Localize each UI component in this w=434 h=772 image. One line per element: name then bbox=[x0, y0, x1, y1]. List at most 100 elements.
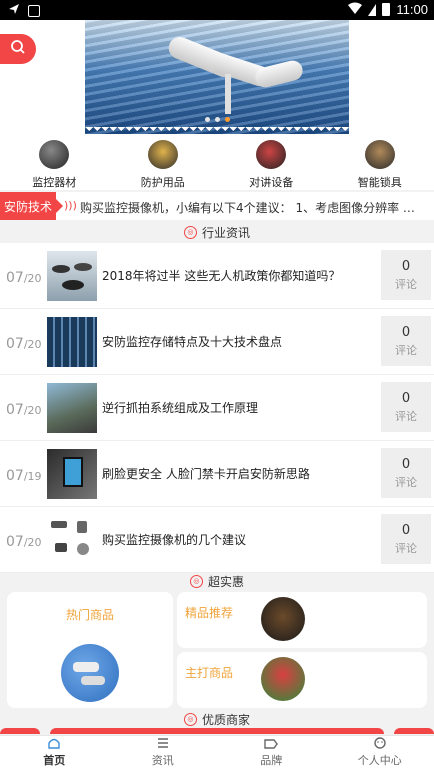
section-title: 行业资讯 bbox=[201, 225, 250, 240]
news-icon bbox=[157, 738, 168, 748]
deal-card-featured[interactable]: 精品推荐 bbox=[177, 592, 427, 648]
ticker-text[interactable]: 购买监控摄像机，小编有以下4个建议： 1、考虑图像分辨率 监… bbox=[80, 199, 426, 216]
comment-box[interactable]: 0 评论 bbox=[381, 382, 431, 432]
bottom-tab-bar: 首页 资讯 品牌 个人中心 bbox=[0, 735, 434, 772]
deal-title: 主打商品 bbox=[185, 666, 234, 680]
merchant-card[interactable] bbox=[394, 728, 434, 734]
news-thumbnail-traffic bbox=[47, 383, 97, 433]
tab-label: 个人中心 bbox=[357, 754, 402, 767]
section-header-merchants: ◎ 优质商家 bbox=[0, 708, 434, 730]
news-title[interactable]: 安防监控存储特点及十大技术盘点 bbox=[102, 333, 376, 350]
brand-icon bbox=[264, 739, 279, 749]
profile-icon bbox=[374, 737, 386, 749]
carousel-dot[interactable] bbox=[204, 117, 210, 122]
search-button[interactable] bbox=[0, 34, 36, 64]
status-bar: 11:00 bbox=[0, 0, 434, 20]
comment-count: 0 bbox=[401, 258, 411, 274]
deal-card-main[interactable]: 主打商品 bbox=[177, 652, 427, 708]
carousel-dot[interactable] bbox=[214, 117, 220, 122]
ticker-tag[interactable]: 安防技术 bbox=[0, 192, 63, 220]
section-icon: ◎ bbox=[183, 225, 197, 239]
news-title[interactable]: 2018年将过半 这些无人机政策你都知道吗？ bbox=[102, 267, 376, 284]
tab-label: 首页 bbox=[43, 754, 66, 767]
section-header-news: ◎ 行业资讯 bbox=[0, 221, 434, 243]
date-day: 07 bbox=[6, 336, 24, 352]
merchant-card[interactable] bbox=[0, 728, 40, 734]
tab-brand[interactable]: 品牌 bbox=[217, 736, 326, 772]
home-icon bbox=[48, 738, 60, 749]
news-thumbnail-drones bbox=[47, 251, 97, 301]
comment-box[interactable]: 0 评论 bbox=[381, 250, 431, 300]
tab-news[interactable]: 资讯 bbox=[109, 736, 218, 772]
promo-banner[interactable] bbox=[85, 20, 349, 134]
date-day: 07 bbox=[6, 402, 24, 418]
category-smart-lock[interactable]: 智能锁具 bbox=[326, 140, 434, 190]
category-label: 对讲设备 bbox=[249, 176, 294, 189]
category-label: 监控器材 bbox=[32, 176, 77, 189]
news-date: 07/20 bbox=[6, 399, 42, 418]
merchant-card[interactable] bbox=[50, 728, 384, 734]
news-title[interactable]: 刷脸更安全 人脸门禁卡开启安防新思路 bbox=[102, 465, 376, 482]
comment-box[interactable]: 0 评论 bbox=[381, 316, 431, 366]
news-date: 07/20 bbox=[6, 333, 42, 352]
date-day: 07 bbox=[6, 270, 24, 286]
tab-profile[interactable]: 个人中心 bbox=[326, 736, 434, 772]
speaker-icon: ))) bbox=[64, 199, 77, 212]
deals-grid: 热门商品 精品推荐 主打商品 bbox=[0, 592, 434, 710]
category-label: 智能锁具 bbox=[357, 176, 402, 189]
section-title: 超实惠 bbox=[207, 574, 244, 589]
category-label: 防护用品 bbox=[140, 176, 185, 189]
list-item[interactable]: 07/19 刷脸更安全 人脸门禁卡开启安防新思路 0 评论 bbox=[0, 441, 434, 507]
date-day: 07 bbox=[6, 534, 24, 550]
news-thumbnail-face-access bbox=[47, 449, 97, 499]
signal-icon bbox=[368, 3, 377, 16]
category-monitoring[interactable]: 监控器材 bbox=[0, 140, 109, 190]
comment-count: 0 bbox=[401, 456, 411, 472]
tab-home[interactable]: 首页 bbox=[0, 736, 109, 772]
deal-title: 热门商品 bbox=[65, 608, 114, 622]
comment-label: 评论 bbox=[395, 475, 417, 489]
news-date: 07/20 bbox=[6, 267, 42, 286]
deal-card-hot[interactable]: 热门商品 bbox=[7, 592, 173, 708]
camera-mount bbox=[225, 74, 231, 114]
list-item[interactable]: 07/20 2018年将过半 这些无人机政策你都知道吗？ 0 评论 bbox=[0, 243, 434, 309]
send-icon bbox=[8, 3, 20, 18]
carousel-dot-active[interactable] bbox=[224, 117, 230, 122]
camera-icon bbox=[39, 140, 70, 169]
deal-title: 精品推荐 bbox=[185, 606, 234, 620]
list-item[interactable]: 07/20 购买监控摄像机的几个建议 0 评论 bbox=[0, 507, 434, 573]
category-nav: 监控器材 防护用品 对讲设备 智能锁具 bbox=[0, 140, 434, 190]
deal-image-lock bbox=[261, 597, 305, 641]
news-date: 07/19 bbox=[6, 465, 42, 484]
intercom-icon bbox=[256, 140, 287, 169]
comment-label: 评论 bbox=[395, 541, 417, 555]
news-thumbnail-servers bbox=[47, 317, 97, 367]
comment-label: 评论 bbox=[395, 277, 417, 291]
smart-lock-icon bbox=[364, 140, 395, 169]
search-icon bbox=[10, 39, 26, 59]
gas-mask-icon bbox=[147, 140, 178, 169]
tab-label: 品牌 bbox=[260, 754, 283, 767]
section-title: 优质商家 bbox=[201, 712, 250, 727]
app-screen: 11:00 监控器材 防护用品 对讲设备 智能锁具 安防技术))) 购买监控摄… bbox=[0, 0, 434, 772]
comment-count: 0 bbox=[401, 324, 411, 340]
section-header-deals: ◎ 超实惠 bbox=[0, 570, 434, 592]
clock: 11:00 bbox=[396, 2, 428, 17]
comment-box[interactable]: 0 评论 bbox=[381, 448, 431, 498]
date-sub: /19 bbox=[23, 470, 42, 483]
category-protection[interactable]: 防护用品 bbox=[109, 140, 218, 190]
date-sub: /20 bbox=[23, 536, 42, 549]
comment-count: 0 bbox=[401, 522, 411, 538]
carousel-dots bbox=[85, 117, 349, 122]
list-item[interactable]: 07/20 逆行抓拍系统组成及工作原理 0 评论 bbox=[0, 375, 434, 441]
date-sub: /20 bbox=[23, 404, 42, 417]
news-title[interactable]: 逆行抓拍系统组成及工作原理 bbox=[102, 399, 376, 416]
comment-box[interactable]: 0 评论 bbox=[381, 514, 431, 564]
list-item[interactable]: 07/20 安防监控存储特点及十大技术盘点 0 评论 bbox=[0, 309, 434, 375]
notification-icon bbox=[28, 4, 40, 17]
news-ticker[interactable]: 安防技术 ))) 购买监控摄像机，小编有以下4个建议： 1、考虑图像分辨率 监… bbox=[0, 192, 434, 220]
wifi-icon bbox=[348, 2, 363, 17]
deal-image-camera bbox=[61, 644, 119, 702]
category-intercom[interactable]: 对讲设备 bbox=[217, 140, 326, 190]
news-title[interactable]: 购买监控摄像机的几个建议 bbox=[102, 531, 376, 548]
